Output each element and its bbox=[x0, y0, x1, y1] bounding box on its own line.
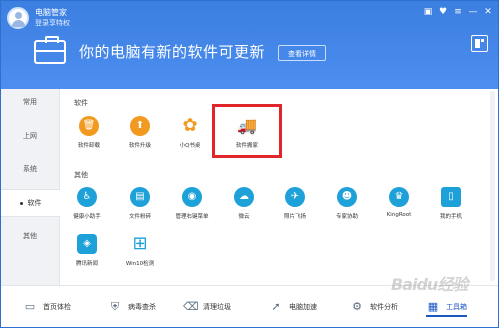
rocket-icon: ➚ bbox=[271, 300, 281, 313]
broom-icon: ⌫ bbox=[183, 300, 199, 313]
bird-icon: ✈ bbox=[285, 187, 305, 207]
tool-kingroot[interactable]: ♛ KingRoot bbox=[377, 187, 421, 218]
active-dot bbox=[19, 201, 23, 205]
nav-software-analysis[interactable]: ⚙ 软件分析 bbox=[350, 299, 398, 315]
app-title: 电脑管家 bbox=[35, 8, 67, 17]
phone-icon: ▯ bbox=[441, 187, 461, 207]
watermark: Baidu经验 bbox=[391, 275, 468, 294]
tool-label: KingRoot bbox=[386, 212, 412, 218]
sidebar-item-software[interactable]: 软件 bbox=[1, 189, 60, 217]
mouse-icon: ◉ bbox=[182, 187, 202, 207]
windows-icon: ⊞ bbox=[132, 233, 148, 254]
tool-label: 管理右键菜单 bbox=[175, 214, 209, 220]
sidebar-item-other[interactable]: 其他 bbox=[1, 223, 59, 249]
sidebar-item-label: 其他 bbox=[23, 232, 37, 240]
tool-label: 小Q书桌 bbox=[179, 143, 201, 149]
sidebar-item-label: 系统 bbox=[23, 165, 37, 173]
kingroot-icon: ♛ bbox=[389, 187, 409, 207]
tool-label: Win10检测 bbox=[125, 261, 155, 267]
nav-label: 清理垃圾 bbox=[203, 303, 231, 311]
tool-label: 微云 bbox=[238, 214, 250, 220]
tool-photo-transfer[interactable]: ✈ 照片飞扬 bbox=[273, 187, 317, 220]
tool-context-menu[interactable]: ◉ 管理右键菜单 bbox=[170, 187, 214, 220]
tool-file-shredder[interactable]: ▤ 文件粉碎 bbox=[118, 187, 162, 220]
gear-icon: ⚙ bbox=[352, 300, 362, 313]
cloud-icon: ☁ bbox=[234, 187, 254, 207]
skin-icon[interactable]: ▣ bbox=[422, 6, 434, 18]
tool-health-assistant[interactable]: ♿ 健康小助手 bbox=[65, 187, 109, 220]
tool-my-phone[interactable]: ▯ 我的手机 bbox=[429, 187, 473, 220]
nav-virus-scan[interactable]: ⛨ 病毒查杀 bbox=[108, 299, 156, 315]
tool-label: 我的手机 bbox=[439, 214, 462, 220]
view-details-button[interactable]: 查看详情 bbox=[278, 45, 326, 61]
sidebar-item-common[interactable]: 常用 bbox=[1, 89, 59, 115]
clover-icon: ✿ bbox=[182, 115, 198, 136]
expert-icon: ☻ bbox=[337, 187, 357, 207]
nav-speed-up[interactable]: ➚ 电脑加速 bbox=[269, 299, 317, 315]
nav-label: 首页体检 bbox=[43, 303, 71, 311]
tool-label: 照片飞扬 bbox=[283, 214, 306, 220]
monitor-icon: ▭ bbox=[24, 300, 36, 313]
section-title-software: 软件 bbox=[74, 99, 88, 107]
tool-upgrade[interactable]: ⬆ 软件升级 bbox=[118, 116, 162, 149]
tool-win10-check[interactable]: ⊞ Win10检测 bbox=[118, 233, 162, 268]
sidebar-item-label: 常用 bbox=[23, 98, 37, 106]
main-window: 电脑管家 登录享特权 ▣ ♥ ≡ — ✕ 你的电脑有新的软件可更新 查看详情 常… bbox=[0, 0, 499, 328]
tool-uninstall[interactable]: 🗑 软件卸载 bbox=[67, 116, 111, 149]
nav-label: 软件分析 bbox=[370, 303, 398, 311]
shield-icon: ⛨ bbox=[110, 300, 120, 313]
header: 电脑管家 登录享特权 ▣ ♥ ≡ — ✕ 你的电脑有新的软件可更新 查看详情 bbox=[1, 1, 498, 89]
scrollbar[interactable] bbox=[490, 91, 495, 281]
tool-q-desk[interactable]: ✿ 小Q书桌 bbox=[168, 115, 212, 150]
sidebar-item-label: 上网 bbox=[23, 132, 37, 140]
health-icon: ♿ bbox=[77, 187, 97, 207]
tool-tencent-news[interactable]: ◈ 腾讯新闻 bbox=[65, 234, 109, 267]
news-icon: ◈ bbox=[77, 234, 97, 254]
section-title-other: 其他 bbox=[74, 171, 88, 179]
menu-icon[interactable]: ≡ bbox=[452, 6, 464, 18]
nav-clean-junk[interactable]: ⌫ 清理垃圾 bbox=[183, 299, 231, 315]
sidebar-toggle-icon[interactable] bbox=[471, 35, 488, 52]
tool-label: 专家协助 bbox=[335, 214, 358, 220]
sidebar-item-label: 软件 bbox=[27, 199, 42, 207]
nav-home-checkup[interactable]: ▭ 首页体检 bbox=[23, 299, 71, 315]
nav-label: 电脑加速 bbox=[289, 303, 317, 311]
upgrade-arrow-icon: ⬆ bbox=[130, 116, 150, 136]
avatar[interactable] bbox=[7, 7, 29, 29]
close-icon[interactable]: ✕ bbox=[482, 6, 494, 18]
tool-label: 健康小助手 bbox=[73, 214, 101, 220]
tool-label: 文件粉碎 bbox=[128, 214, 151, 220]
tool-weiyun[interactable]: ☁ 微云 bbox=[222, 187, 266, 220]
nav-label: 工具箱 bbox=[446, 303, 467, 311]
toolbox-banner-icon bbox=[34, 36, 66, 64]
nav-toolbox[interactable]: ▦ 工具箱 bbox=[426, 299, 467, 317]
sidebar: 常用 上网 系统 软件 其他 bbox=[1, 89, 60, 285]
nav-label: 病毒查杀 bbox=[128, 303, 156, 311]
login-link[interactable]: 登录享特权 bbox=[35, 18, 70, 28]
highlight-box bbox=[212, 104, 282, 158]
toolbox-icon: ▦ bbox=[427, 300, 439, 313]
minimize-icon[interactable]: — bbox=[467, 6, 479, 18]
tool-expert-help[interactable]: ☻ 专家协助 bbox=[325, 187, 369, 220]
shredder-icon: ▤ bbox=[130, 187, 150, 207]
main-panel: 软件 🗑 软件卸载 ⬆ 软件升级 ✿ 小Q书桌 🚚 软件搬家 其他 ♿ 健康小助… bbox=[60, 89, 498, 285]
sidebar-item-system[interactable]: 系统 bbox=[1, 156, 59, 182]
tool-label: 软件升级 bbox=[128, 143, 151, 149]
tool-label: 软件卸载 bbox=[77, 143, 100, 149]
tool-label: 腾讯新闻 bbox=[75, 261, 98, 267]
trash-icon: 🗑 bbox=[79, 116, 99, 136]
banner-text: 你的电脑有新的软件可更新 bbox=[79, 43, 266, 61]
sidebar-item-internet[interactable]: 上网 bbox=[1, 123, 59, 149]
heart-icon[interactable]: ♥ bbox=[437, 6, 449, 18]
